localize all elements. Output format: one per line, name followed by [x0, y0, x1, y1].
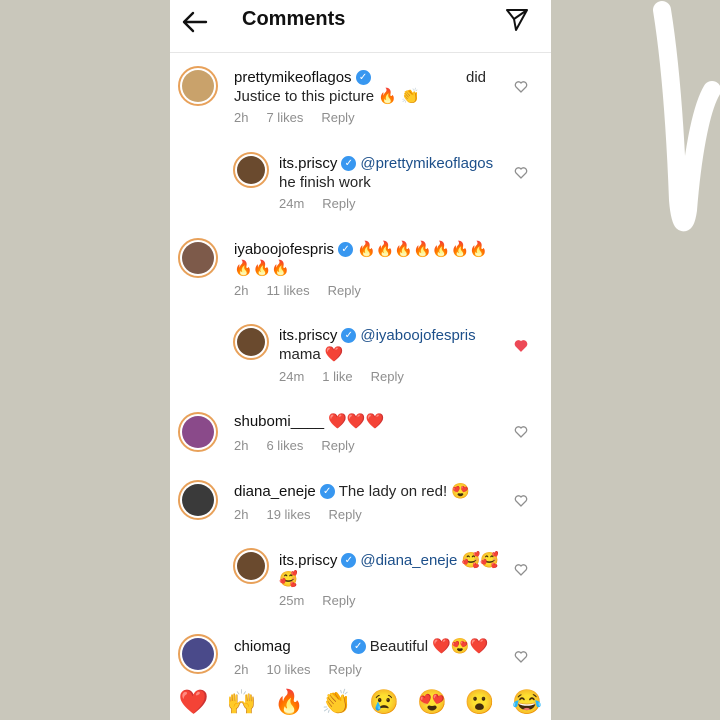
comment-meta: 2h 6 likes Reply: [234, 438, 373, 453]
username[interactable]: iyaboojofespris: [234, 241, 334, 258]
emoji-heart[interactable]: ❤️: [179, 688, 209, 717]
verified-badge-icon: ✓: [341, 155, 357, 171]
emoji-raised-hands[interactable]: 🙌: [226, 688, 256, 717]
heart-icon[interactable]: [514, 425, 528, 439]
comment-meta: 2h 7 likes Reply: [234, 110, 373, 125]
like-count[interactable]: 1 like: [322, 369, 352, 384]
emoji-crying[interactable]: 😢: [369, 688, 399, 717]
like-count[interactable]: 19 likes: [266, 507, 310, 522]
top-bar: Comments: [170, 0, 551, 53]
reply-button[interactable]: Reply: [329, 507, 362, 522]
timestamp: 2h: [234, 507, 249, 522]
comment-meta: 24m Reply: [279, 196, 374, 211]
avatar[interactable]: [178, 412, 218, 452]
comment-meta: 2h 11 likes Reply: [234, 283, 379, 298]
verified-badge-icon: ✓: [319, 483, 335, 499]
page-title: Comments: [242, 8, 346, 30]
username[interactable]: its.priscy: [279, 327, 337, 344]
verified-badge-icon: ✓: [355, 69, 371, 85]
mention-link[interactable]: @prettymikeoflagos: [360, 155, 493, 172]
avatar[interactable]: [178, 480, 218, 520]
comment-text: shubomi____ ❤️❤️❤️: [234, 412, 504, 431]
timestamp: 2h: [234, 662, 249, 677]
verified-badge-icon: ✓: [341, 327, 357, 343]
avatar[interactable]: [178, 634, 218, 674]
timestamp: 2h: [234, 110, 249, 125]
verified-badge-icon: ✓: [350, 638, 366, 654]
comment-body-inline: The lady on red! 😍: [338, 483, 470, 500]
avatar[interactable]: [178, 66, 218, 106]
timestamp: 24m: [279, 196, 305, 211]
username[interactable]: prettymikeoflagos: [234, 69, 352, 86]
username[interactable]: shubomi____: [234, 413, 324, 430]
avatar[interactable]: [233, 548, 269, 584]
username[interactable]: its.priscy: [279, 552, 337, 569]
white-scribble-decoration: [653, 1, 720, 232]
send-icon: [506, 9, 528, 31]
comment-text: diana_eneje ✓ The lady on red! 😍: [234, 482, 504, 501]
emoji-heart-eyes[interactable]: 😍: [417, 688, 447, 717]
comment-meta: 25m Reply: [279, 593, 374, 608]
verified-badge-icon: ✓: [341, 552, 357, 568]
reply-button[interactable]: Reply: [322, 196, 355, 211]
comment-text: its.priscy ✓ @prettymikeoflagos he finish …: [279, 154, 509, 192]
verified-badge-icon: ✓: [338, 241, 354, 257]
avatar[interactable]: [233, 324, 269, 360]
like-count[interactable]: 7 likes: [266, 110, 303, 125]
comment-body: Justice to this picture 🔥 👏: [234, 88, 420, 105]
timestamp: 2h: [234, 438, 249, 453]
avatar[interactable]: [233, 152, 269, 188]
comment-meta: 2h 19 likes Reply: [234, 507, 380, 522]
reply-button[interactable]: Reply: [328, 283, 361, 298]
username[interactable]: chiomag: [234, 638, 291, 655]
arrow-left-icon: [182, 11, 208, 33]
emoji-clap[interactable]: 👏: [322, 688, 352, 717]
comment-body-inline: ❤️❤️❤️: [328, 413, 385, 430]
emoji-laughing[interactable]: 😂: [512, 688, 542, 717]
heart-icon[interactable]: [514, 563, 528, 577]
comment-text: iyaboojofespris ✓ 🔥🔥🔥🔥🔥🔥🔥 🔥🔥🔥: [234, 240, 504, 278]
heart-icon[interactable]: [514, 494, 528, 508]
comment-text-fragment: did: [466, 69, 487, 86]
comment-meta: 24m 1 like Reply: [279, 369, 422, 384]
back-button[interactable]: [180, 8, 210, 36]
comment-text: its.priscy ✓ @iyaboojofespris mama ❤️: [279, 326, 509, 364]
reply-button[interactable]: Reply: [329, 662, 362, 677]
mention-link[interactable]: @diana_eneje 🥰🥰: [360, 552, 499, 569]
heart-icon[interactable]: [514, 80, 528, 94]
comment-meta: 2h 10 likes Reply: [234, 662, 380, 677]
comment-body-inline: 🔥🔥🔥🔥🔥🔥🔥: [357, 241, 488, 258]
comment-body: he finish work: [279, 174, 371, 191]
share-button[interactable]: [504, 7, 530, 33]
comment-body: 🔥🔥🔥: [234, 260, 291, 277]
avatar[interactable]: [178, 238, 218, 278]
reply-button[interactable]: Reply: [321, 110, 354, 125]
like-count[interactable]: 11 likes: [266, 283, 309, 298]
emoji-surprised[interactable]: 😮: [465, 688, 495, 717]
comment-body-inline: Beautiful ❤️😍❤️: [369, 638, 489, 655]
comment-text: prettymikeoflagos ✓ did Justice to this p…: [234, 68, 504, 106]
reply-button[interactable]: Reply: [371, 369, 404, 384]
emoji-quick-bar: ❤️ 🙌 🔥 👏 😢 😍 😮 😂: [170, 684, 551, 720]
timestamp: 25m: [279, 593, 305, 608]
username[interactable]: its.priscy: [279, 155, 337, 172]
comments-screen: Comments prettymikeoflagos ✓ did Justice …: [170, 0, 551, 720]
heart-icon[interactable]: [514, 166, 528, 180]
reply-button[interactable]: Reply: [321, 438, 354, 453]
like-count[interactable]: 6 likes: [266, 438, 303, 453]
emoji-fire[interactable]: 🔥: [274, 688, 304, 717]
reply-button[interactable]: Reply: [322, 593, 355, 608]
comment-text: its.priscy ✓ @diana_eneje 🥰🥰 🥰: [279, 551, 509, 589]
heart-filled-icon[interactable]: [514, 339, 528, 353]
timestamp: 2h: [234, 283, 249, 298]
timestamp: 24m: [279, 369, 305, 384]
comment-body: 🥰: [279, 571, 298, 588]
comment-body: mama ❤️: [279, 346, 344, 363]
mention-link[interactable]: @iyaboojofespris: [360, 327, 475, 344]
comment-text: chiomag ✓ Beautiful ❤️😍❤️: [234, 637, 504, 656]
like-count[interactable]: 10 likes: [266, 662, 310, 677]
username[interactable]: diana_eneje: [234, 483, 316, 500]
heart-icon[interactable]: [514, 650, 528, 664]
